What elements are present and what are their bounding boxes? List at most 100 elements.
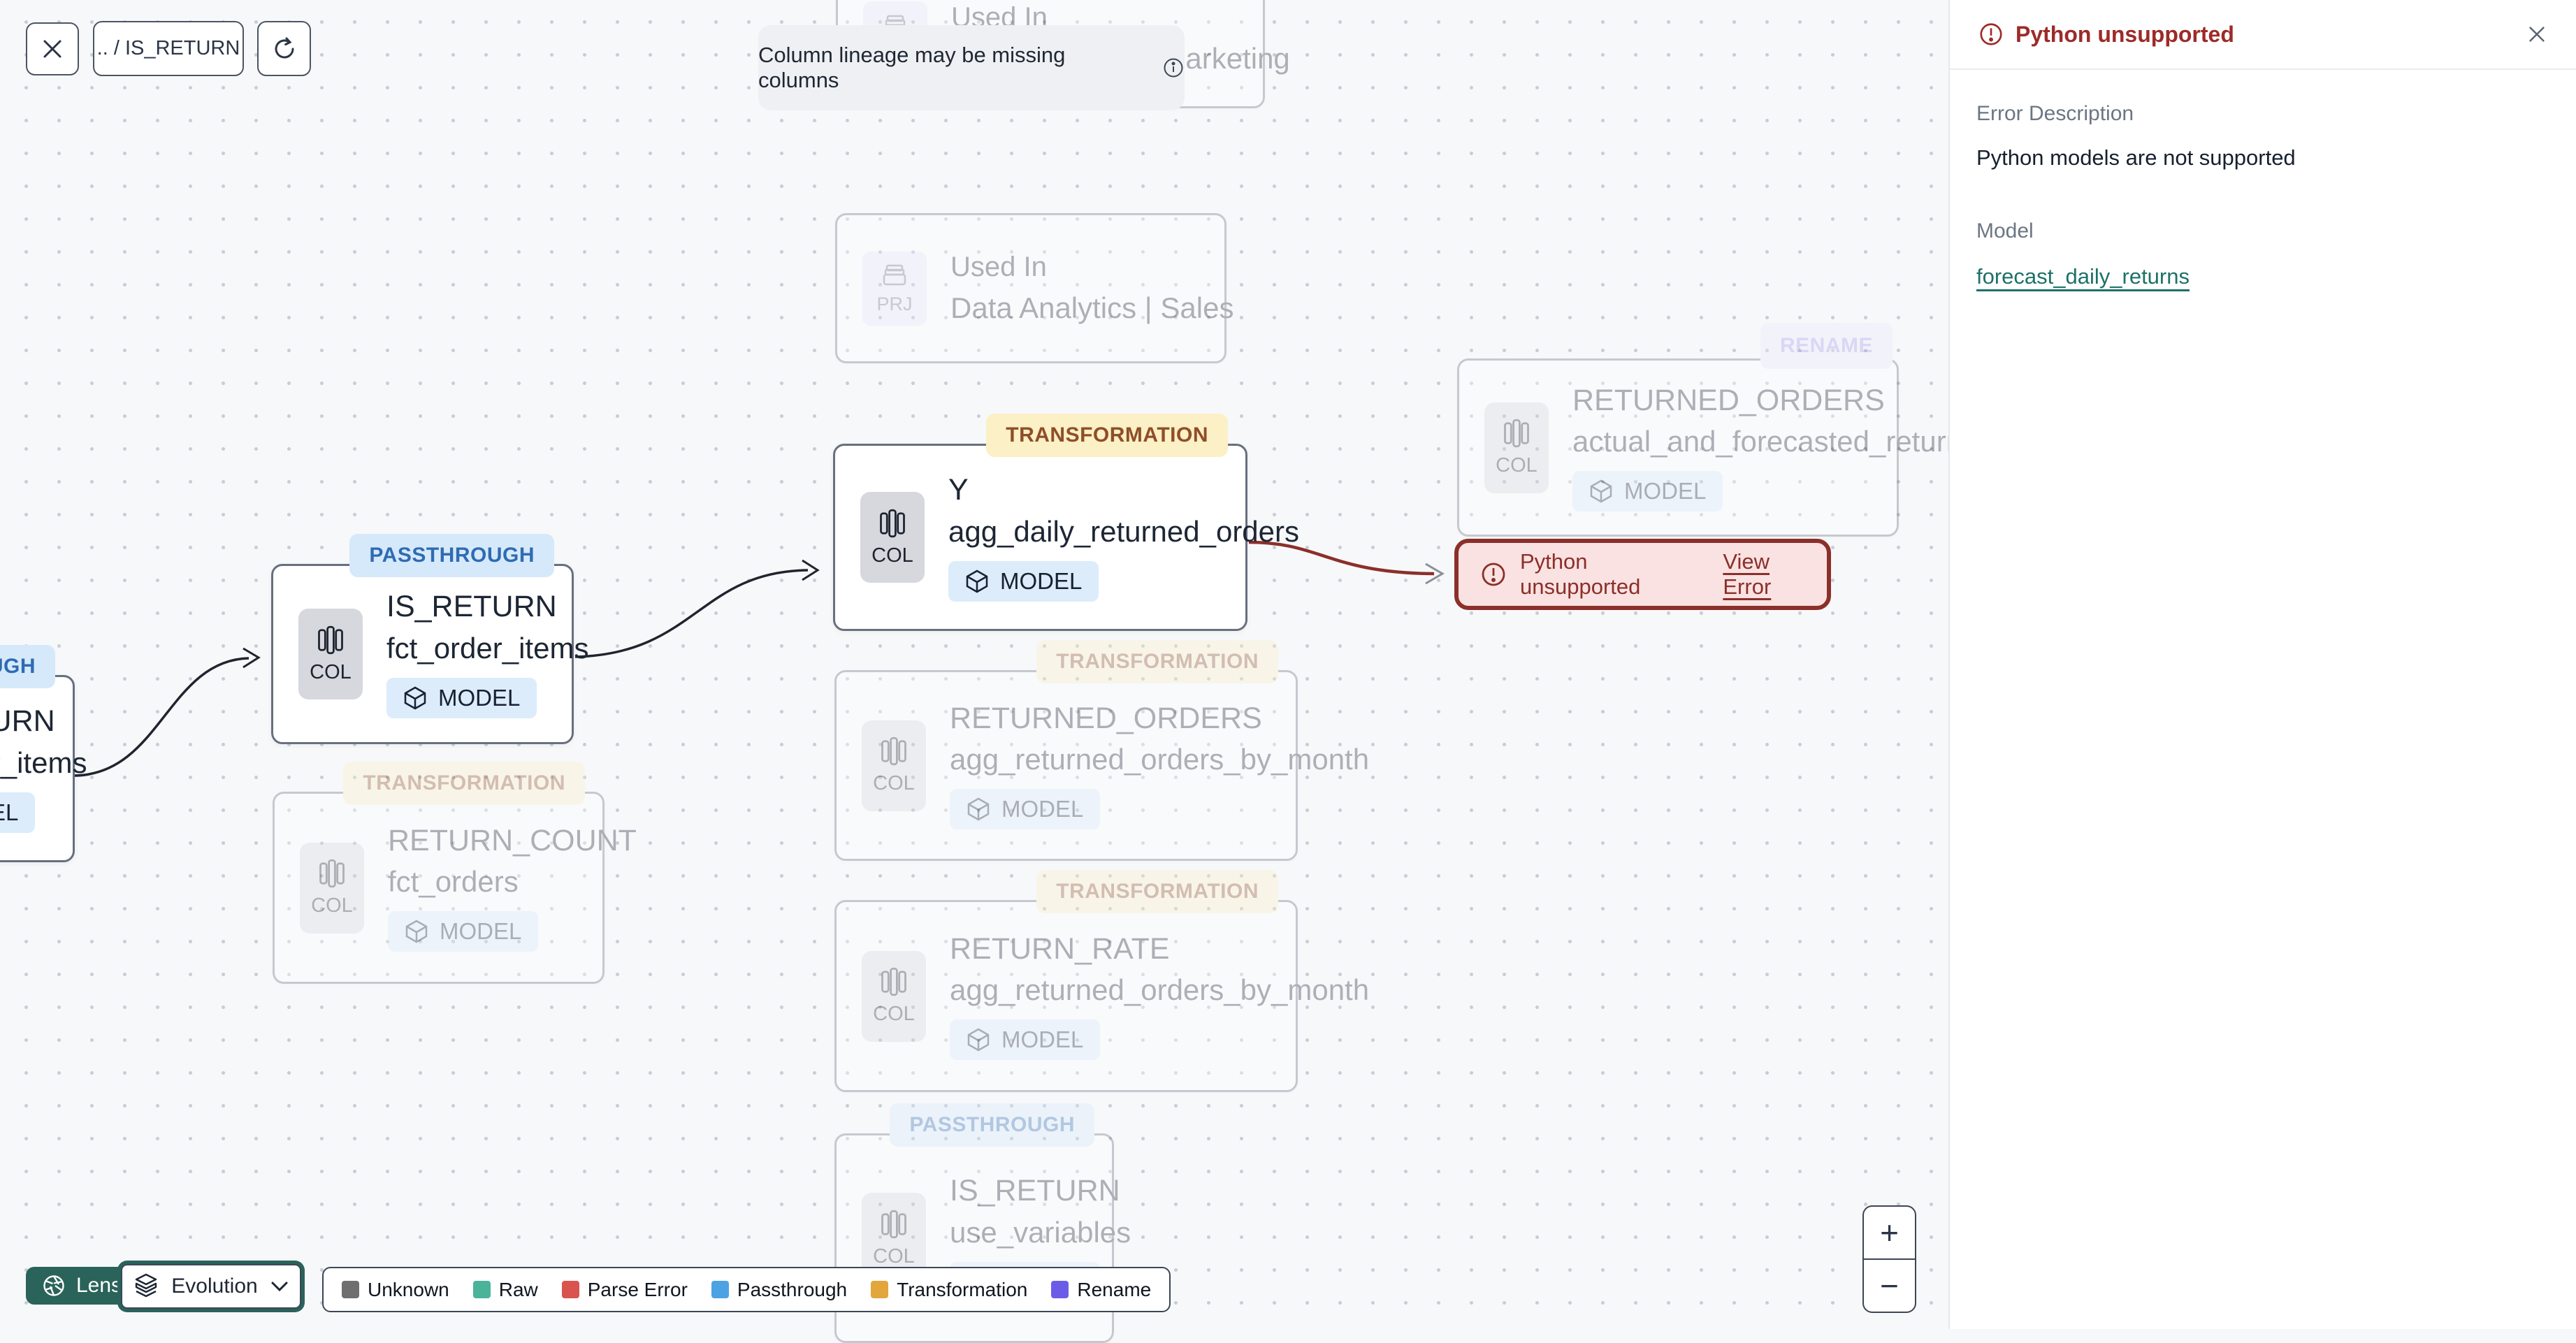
cube-icon — [403, 685, 427, 711]
node-title: RETURN_COUNT — [388, 823, 637, 857]
panel-body: Error Description Python models are not … — [1950, 70, 2576, 321]
model-label: MODEL — [438, 684, 521, 711]
error-description-value: Python models are not supported — [1976, 145, 2296, 170]
node-title: Y — [948, 473, 969, 507]
chevron-down-icon — [270, 1280, 289, 1293]
model-badge: MODEL — [948, 560, 1099, 602]
columns-icon — [880, 736, 908, 767]
info-icon[interactable] — [1162, 57, 1185, 79]
panel-title: Python unsupported — [2016, 21, 2234, 47]
lineage-app: { "toolbar": { "breadcrumb": ".. / IS_RE… — [0, 0, 2576, 1343]
legend-item-rename: Rename — [1051, 1279, 1151, 1301]
cube-icon — [405, 919, 428, 944]
project-icon — [881, 261, 909, 289]
node-fct-order-items-offscreen[interactable]: PASSTHROUGH COL IS_RETURN fct_order_item… — [0, 645, 87, 862]
prj-label: PRJ — [876, 293, 913, 314]
model-label: MODEL — [1624, 478, 1707, 504]
model-label: Model — [1976, 219, 2034, 242]
node-subtitle: Data Analytics | Sales — [950, 291, 1234, 324]
close-icon — [41, 37, 64, 61]
node-title: IS_RETURN — [950, 1174, 1120, 1208]
zoom-controls: + − — [1862, 1205, 1916, 1313]
node-return-rate[interactable]: TRANSFORMATION COL RETURN_RATE agg_retur… — [834, 870, 1369, 1092]
model-badge: MODEL — [0, 792, 36, 833]
breadcrumb[interactable]: .. / IS_RETURN — [93, 21, 244, 76]
col-badge: COL — [862, 950, 926, 1042]
cube-icon — [965, 569, 989, 594]
layers-icon — [133, 1273, 159, 1300]
node-title: Used In — [950, 252, 1047, 282]
lineage-notification: Column lineage may be missing columns — [758, 25, 1185, 110]
node-fct-order-items[interactable]: PASSTHROUGH COL IS_RETURN fct_order_item… — [271, 534, 588, 744]
zoom-in-button[interactable]: + — [1864, 1207, 1915, 1260]
col-label: COL — [873, 772, 915, 794]
model-badge: MODEL — [386, 677, 537, 718]
prj-badge: PRJ — [862, 251, 927, 326]
col-badge: COL — [860, 492, 925, 583]
col-label: COL — [873, 1244, 915, 1268]
lens-mode-select[interactable]: Evolution — [117, 1261, 305, 1312]
zoom-out-button[interactable]: − — [1864, 1260, 1915, 1312]
model-badge: MODEL — [950, 1019, 1101, 1061]
cube-icon — [967, 797, 990, 822]
model-badge: MODEL — [1572, 471, 1723, 512]
node-used-in-sales[interactable]: PRJ Used In Data Analytics | Sales — [835, 213, 1233, 363]
aperture-icon — [41, 1273, 66, 1298]
legend-item-transformation: Transformation — [871, 1279, 1027, 1301]
edge-left-to-isreturn — [74, 657, 249, 777]
panel-close-icon[interactable] — [2526, 23, 2548, 45]
lenses-button[interactable]: Lenses — [26, 1267, 144, 1305]
model-link[interactable]: forecast_daily_returns — [1976, 264, 2190, 289]
refresh-button[interactable] — [257, 21, 311, 76]
edge-error-arrowhead — [1425, 562, 1445, 585]
columns-icon — [318, 858, 346, 889]
node-title: IS_RETURN — [386, 590, 557, 624]
cube-icon — [967, 1027, 990, 1052]
node-subtitle: fct_orders — [388, 865, 519, 899]
columns-icon — [880, 1209, 908, 1240]
columns-icon — [317, 625, 345, 655]
node-subtitle: agg_returned_orders_by_month — [950, 973, 1370, 1007]
node-subtitle: agg_returned_orders_by_month — [950, 743, 1370, 776]
lineage-canvas[interactable]: PRJ Used In Data Analytics | Marketing P… — [0, 0, 1977, 1343]
node-fct-orders[interactable]: TRANSFORMATION COL RETURN_COUNT fct_orde… — [273, 762, 637, 984]
col-label: COL — [873, 1003, 915, 1025]
lens-mode-label: Evolution — [171, 1275, 258, 1298]
col-badge: COL — [300, 842, 364, 934]
panel-header: Python unsupported — [1950, 0, 2576, 70]
legend-label: Parse Error — [587, 1278, 688, 1300]
model-label: MODEL — [1001, 1026, 1084, 1053]
close-lineage-button[interactable] — [26, 22, 79, 75]
columns-icon — [878, 508, 906, 539]
legend-label: Raw — [498, 1278, 538, 1300]
edge-isreturn-to-y — [574, 569, 809, 658]
breadcrumb-label: .. / IS_RETURN — [96, 37, 240, 59]
node-subtitle: fct_order_items — [0, 746, 87, 779]
view-error-link[interactable]: View Error — [1723, 549, 1806, 600]
node-agg-daily-returned-orders[interactable]: TRANSFORMATION COL Y agg_daily_returned_… — [833, 414, 1299, 631]
node-subtitle: fct_order_items — [386, 631, 589, 665]
legend-item-raw: Raw — [472, 1278, 538, 1301]
legend-swatch-raw — [472, 1281, 491, 1298]
col-badge: COL — [298, 609, 363, 699]
error-details-panel: Python unsupported Error Description Pyt… — [1948, 0, 2576, 1329]
refresh-icon — [271, 36, 298, 62]
node-subtitle: agg_daily_returned_orders — [948, 514, 1300, 548]
legend-label: Transformation — [897, 1278, 1028, 1300]
node-actual-and-forecasted-returns[interactable]: RENAME COL RETURNED_ORDERS actual_and_fo… — [1457, 323, 1977, 537]
node-subtitle: actual_and_forecasted_returns — [1572, 425, 1978, 458]
col-badge: COL — [862, 720, 926, 811]
legend-swatch-rename — [1051, 1281, 1069, 1298]
model-label: MODEL — [440, 918, 522, 945]
node-agg-returned-orders-by-month[interactable]: TRANSFORMATION COL RETURNED_ORDERS agg_r… — [834, 640, 1369, 861]
error-node-label: Python unsupported — [1520, 549, 1641, 599]
notification-text: Column lineage may be missing columns — [758, 43, 1066, 92]
lineage-legend: Unknown Raw Parse Error Passthrough Tran… — [322, 1267, 1171, 1312]
legend-swatch-parse-error — [561, 1281, 579, 1298]
col-label: COL — [310, 660, 352, 683]
edge-arrowhead — [802, 559, 820, 581]
legend-swatch-unknown — [342, 1281, 359, 1298]
error-node-python-unsupported[interactable]: Python unsupported View Error — [1454, 539, 1831, 610]
legend-label: Rename — [1077, 1278, 1152, 1300]
alert-circle-icon — [1978, 21, 2004, 48]
